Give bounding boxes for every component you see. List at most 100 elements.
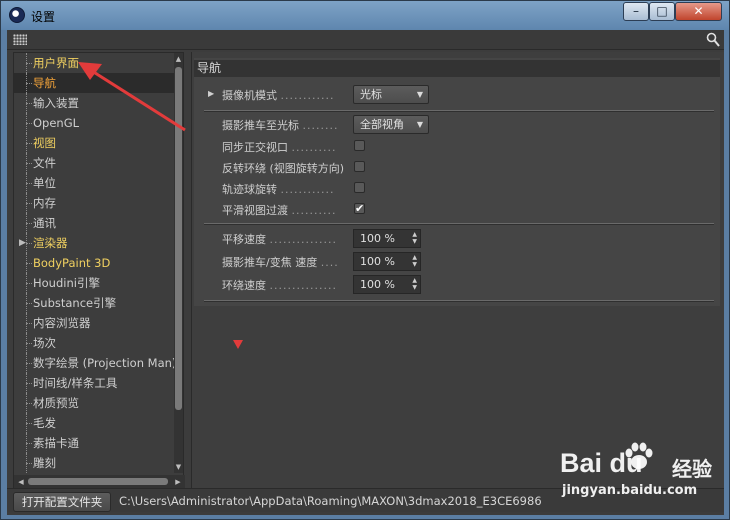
sidebar-item-label: 通讯 xyxy=(33,216,56,230)
chevron-down-icon: ▼ xyxy=(416,90,423,99)
sidebar-item-label: 素描卡通 xyxy=(33,436,79,450)
sidebar-item[interactable]: 时间线/样条工具 xyxy=(14,373,175,393)
sidebar-item[interactable]: 雕刻 xyxy=(14,453,175,473)
cinema4d-logo-icon xyxy=(9,7,25,23)
sidebar-item-label: 渲染器 xyxy=(33,236,68,250)
scroll-left-icon[interactable]: ◀ xyxy=(16,475,26,489)
camera-mode-row: ▶ 摄像机模式 ............ 光标 ▼ xyxy=(194,85,720,105)
sidebar-hscroll-thumb[interactable] xyxy=(28,478,168,485)
sidebar-item[interactable]: 毛发 xyxy=(14,413,175,433)
sync-ortho-label: 同步正交视口 xyxy=(222,141,288,154)
sidebar-item-label: 视图 xyxy=(33,136,56,150)
sidebar-item[interactable]: 内容浏览器 xyxy=(14,313,175,333)
section-header: 导航 xyxy=(194,60,720,77)
sidebar-item[interactable]: 内存 xyxy=(14,193,175,213)
open-config-folder-button[interactable]: 打开配置文件夹 xyxy=(13,492,111,512)
sidebar-item-label: 场次 xyxy=(33,336,56,350)
sidebar-item-label: 单位 xyxy=(33,176,56,190)
search-icon[interactable] xyxy=(706,32,720,47)
camera-mode-value: 光标 xyxy=(360,88,382,101)
sidebar-item[interactable]: 导航 xyxy=(14,73,175,93)
sidebar-item-label: OpenGL xyxy=(33,116,80,130)
sidebar-item[interactable]: 视图 xyxy=(14,133,175,153)
close-button[interactable]: ✕ xyxy=(675,2,722,21)
sync-ortho-checkbox[interactable] xyxy=(354,140,365,151)
sidebar-item[interactable]: ▶ 渲染器 xyxy=(14,233,175,253)
sidebar-item-label: Substance引擎 xyxy=(33,296,117,310)
sidebar-item[interactable]: 数字绘景 (Projection Man) xyxy=(14,353,175,373)
sidebar-item[interactable]: 场次 xyxy=(14,333,175,353)
dolly-to-cursor-value: 全部视角 xyxy=(360,118,404,131)
pan-speed-row: 平移速度 ............... 100 % ▲ ▼ xyxy=(194,229,720,249)
sidebar-item-label: 雕刻 xyxy=(33,456,56,470)
sidebar-item[interactable]: 单位 xyxy=(14,173,175,193)
sidebar-item-label: 文件 xyxy=(33,156,56,170)
stepper-arrows-icon[interactable]: ▲ ▼ xyxy=(412,231,417,245)
red-marker-icon xyxy=(233,340,243,349)
dolly-to-cursor-dropdown[interactable]: 全部视角 ▼ xyxy=(353,115,429,134)
sidebar-item[interactable]: 文件 xyxy=(14,153,175,173)
smooth-transition-checkbox[interactable]: ✔ xyxy=(354,203,365,214)
dolly-to-cursor-row: 摄影推车至光标 ........ 全部视角 ▼ xyxy=(194,115,720,135)
sidebar-item-label: 导航 xyxy=(33,76,56,90)
orbit-speed-input[interactable]: 100 % ▲ ▼ xyxy=(353,275,421,294)
settings-main: 导航 ▶ 摄像机模式 ............ 光标 ▼ 摄影推车至光标 ...… xyxy=(191,52,724,490)
dolly-speed-input[interactable]: 100 % ▲ ▼ xyxy=(353,252,421,271)
sidebar-scroll-thumb[interactable] xyxy=(175,67,182,410)
leader-dots: ............ xyxy=(280,89,335,102)
scroll-right-icon[interactable]: ▶ xyxy=(173,475,183,489)
expand-triangle-icon[interactable]: ▶ xyxy=(19,233,26,253)
grip-icon[interactable] xyxy=(13,34,27,45)
leader-dots: ............ xyxy=(280,183,335,196)
chevron-down-icon: ▼ xyxy=(416,120,423,129)
sidebar-item-label: 数字绘景 (Projection Man) xyxy=(33,356,175,370)
sidebar-item-label: 输入装置 xyxy=(33,96,79,110)
trackball-row: 轨迹球旋转 ............ xyxy=(194,179,720,199)
sidebar-item-label: 毛发 xyxy=(33,416,56,430)
title-bar[interactable]: 设置 – □ ✕ xyxy=(1,1,729,30)
stepper-arrows-icon[interactable]: ▲ ▼ xyxy=(412,277,417,291)
sidebar-item-label: 材质预览 xyxy=(33,396,79,410)
scroll-down-icon[interactable]: ▼ xyxy=(174,462,183,472)
sidebar-item[interactable]: OpenGL xyxy=(14,113,175,133)
dolly-speed-row: 摄影推车/变焦 速度 .... 100 % ▲ ▼ xyxy=(194,252,720,272)
sync-ortho-row: 同步正交视口 .......... xyxy=(194,137,720,157)
divider xyxy=(204,300,714,302)
config-path: C:\Users\Administrator\AppData\Roaming\M… xyxy=(119,494,542,508)
leader-dots: ............... xyxy=(269,233,337,246)
navigation-settings-panel: 导航 ▶ 摄像机模式 ............ 光标 ▼ 摄影推车至光标 ...… xyxy=(194,58,720,306)
sidebar-item[interactable]: 通讯 xyxy=(14,213,175,233)
scroll-up-icon[interactable]: ▲ xyxy=(174,54,183,64)
trackball-checkbox[interactable] xyxy=(354,182,365,193)
dolly-speed-value: 100 % xyxy=(360,255,395,268)
sidebar-vertical-scrollbar[interactable]: ▲ ▼ xyxy=(174,53,183,473)
sidebar-item[interactable]: 输入装置 xyxy=(14,93,175,113)
pan-speed-value: 100 % xyxy=(360,232,395,245)
leader-dots: ........ xyxy=(302,119,339,132)
sidebar-item-label: 时间线/样条工具 xyxy=(33,376,118,390)
maximize-button[interactable]: □ xyxy=(649,2,675,21)
leader-dots: ............... xyxy=(269,279,337,292)
smooth-transition-row: 平滑视图过渡 .......... ✔ xyxy=(194,200,720,220)
client-area: 用户界面 导航 输入装置 OpenGL 视图 文件 单位 内存 通讯 ▶ 渲染器 BodyPaint … xyxy=(7,30,724,515)
stepper-arrows-icon[interactable]: ▲ ▼ xyxy=(412,254,417,268)
camera-mode-dropdown[interactable]: 光标 ▼ xyxy=(353,85,429,104)
sidebar-item[interactable]: 材质预览 xyxy=(14,393,175,413)
sidebar-item[interactable]: Substance引擎 xyxy=(14,293,175,313)
sidebar-item[interactable]: Houdini引擎 xyxy=(14,273,175,293)
reverse-orbit-checkbox[interactable] xyxy=(354,161,365,172)
expand-triangle-icon[interactable]: ▶ xyxy=(208,89,214,98)
reverse-orbit-label: 反转环绕 (视图旋转方向) xyxy=(222,162,345,175)
pan-speed-input[interactable]: 100 % ▲ ▼ xyxy=(353,229,421,248)
minimize-button[interactable]: – xyxy=(623,2,649,21)
reverse-orbit-row: 反转环绕 (视图旋转方向) xyxy=(194,158,720,178)
dolly-speed-label: 摄影推车/变焦 速度 xyxy=(222,256,318,269)
sidebar-horizontal-scrollbar[interactable]: ◀ ▶ xyxy=(14,475,185,489)
sidebar-item[interactable]: BodyPaint 3D xyxy=(14,253,175,273)
orbit-speed-row: 环绕速度 ............... 100 % ▲ ▼ xyxy=(194,275,720,295)
sidebar-item[interactable]: 素描卡通 xyxy=(14,433,175,453)
sidebar-item[interactable]: 用户界面 xyxy=(14,53,175,73)
category-list: 用户界面导航输入装置 OpenGL 视图文件单位内存通讯 ▶ 渲染器 BodyPaint … xyxy=(14,53,175,473)
leader-dots: .... xyxy=(320,256,339,269)
pan-speed-label: 平移速度 xyxy=(222,233,266,246)
